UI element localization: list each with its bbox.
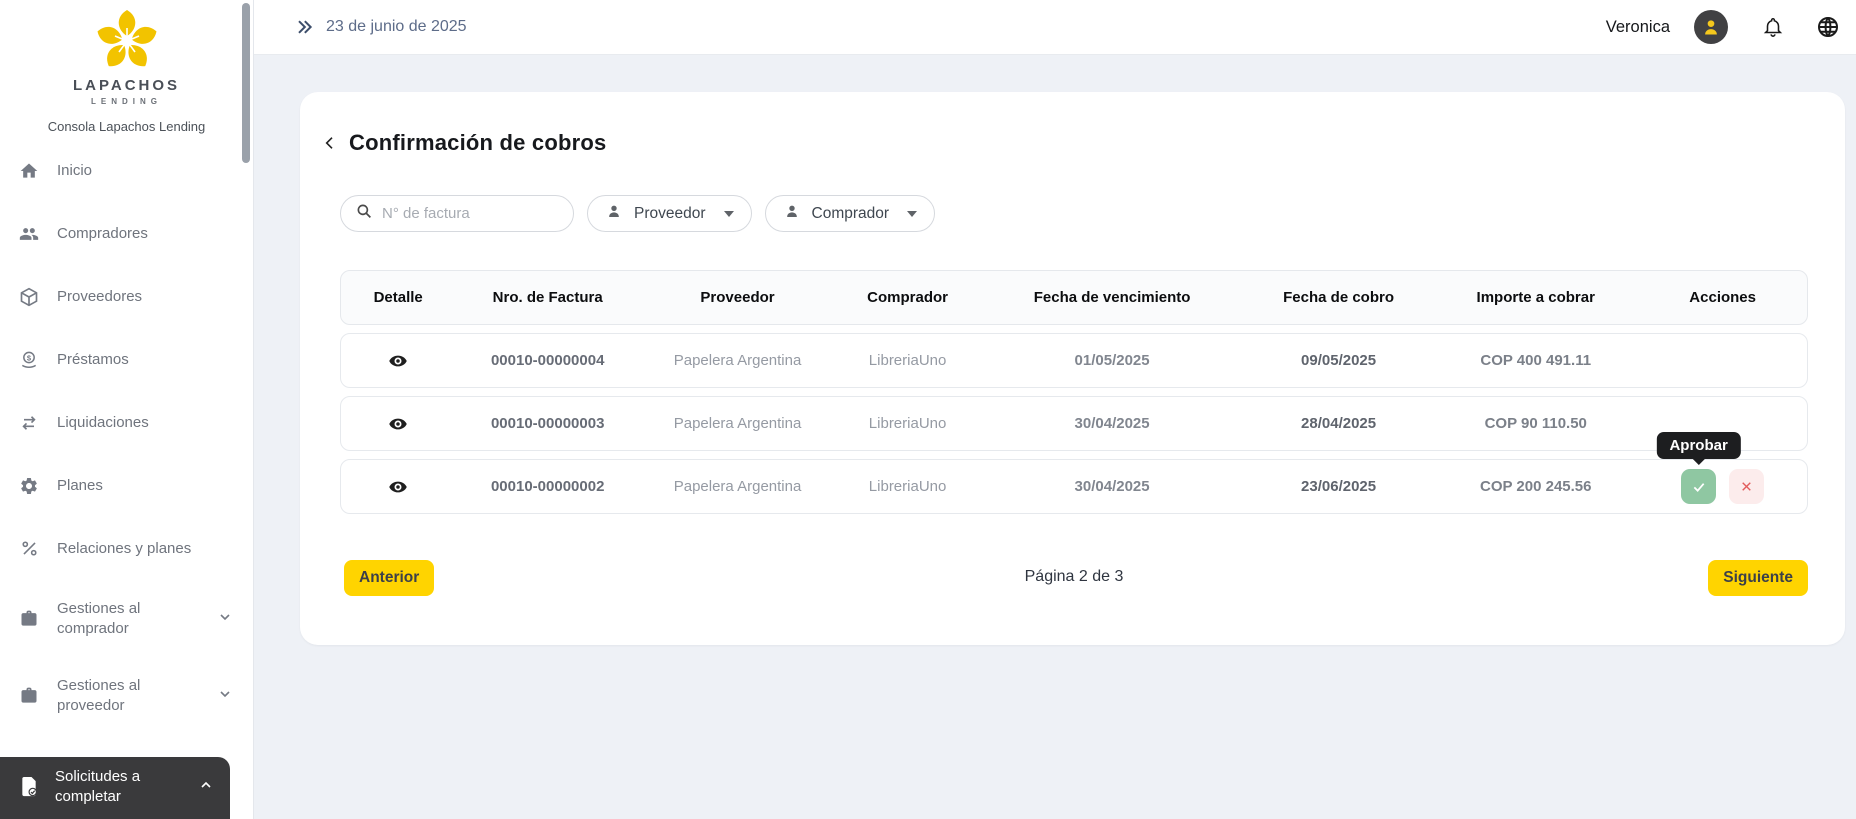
fecha-cobro-cell: 23/06/2025 [1301, 478, 1377, 495]
loan-coin-icon: $ [18, 350, 40, 370]
percent-icon [18, 539, 40, 558]
importe-cell: COP 400 491.11 [1480, 352, 1592, 369]
filter-bar: Proveedor Comprador [340, 195, 936, 232]
sidebar-item-planes[interactable]: Planes [18, 473, 243, 498]
back-chevron-icon[interactable] [322, 135, 338, 151]
approve-button[interactable]: Aprobar [1656, 432, 1741, 504]
cube-icon [18, 287, 40, 307]
user-name: Veronica [1605, 17, 1670, 36]
column-header-nro-factura: Nro. de Factura [492, 289, 603, 306]
fecha-cobro-cell: 28/04/2025 [1301, 415, 1377, 432]
chevron-up-icon [198, 777, 214, 797]
sidebar-item-proveedores[interactable]: Proveedores [18, 284, 243, 309]
column-header-importe: Importe a cobrar [1476, 289, 1595, 306]
content-card: Confirmación de cobros Proveedor [300, 92, 1845, 645]
sidebar-scrollbar-thumb[interactable] [242, 3, 250, 163]
chevron-down-icon [217, 609, 233, 629]
proveedor-cell: Papelera Argentina [673, 415, 802, 432]
comprador-cell: LibreriaUno [868, 478, 947, 495]
logo-tagline: LENDING [91, 97, 162, 106]
invoice-number: 00010-00000003 [490, 415, 605, 432]
table-header: Detalle Nro. de Factura Proveedor Compra… [340, 270, 1808, 325]
table-row: 00010-00000003 Papelera Argentina Librer… [340, 396, 1808, 451]
importe-cell: COP 200 245.56 [1480, 478, 1592, 495]
approve-tooltip: Aprobar [1656, 432, 1741, 459]
current-date: 23 de junio de 2025 [326, 18, 467, 35]
page-title: Confirmación de cobros [349, 130, 607, 155]
sidebar-nav: Inicio Compradores Proveedores $ Préstam… [0, 134, 253, 715]
invoice-number: 00010-00000004 [490, 352, 605, 369]
swap-arrows-icon [18, 413, 40, 433]
sidebar-item-prestamos[interactable]: $ Préstamos [18, 347, 243, 372]
home-icon [18, 161, 40, 181]
person-icon [783, 202, 801, 225]
next-page-button[interactable]: Siguiente [1708, 560, 1808, 596]
flower-logo-icon [97, 10, 156, 67]
close-icon [1742, 482, 1751, 491]
person-icon [605, 202, 623, 225]
sidebar-item-inicio[interactable]: Inicio [18, 158, 243, 183]
comprador-cell: LibreriaUno [868, 352, 947, 369]
column-header-comprador: Comprador [867, 289, 948, 306]
column-header-proveedor: Proveedor [700, 289, 775, 306]
column-header-detalle: Detalle [373, 289, 423, 306]
view-detail-eye-icon[interactable] [386, 475, 410, 499]
fecha-vencimiento-cell: 30/04/2025 [1074, 415, 1150, 432]
table-row: 00010-00000004 Papelera Argentina Librer… [340, 333, 1808, 388]
proveedor-cell: Papelera Argentina [673, 352, 802, 369]
gear-icon [18, 476, 40, 496]
check-icon [1693, 482, 1704, 492]
invoice-number: 00010-00000002 [490, 478, 605, 495]
fecha-vencimiento-cell: 30/04/2025 [1074, 478, 1150, 495]
sidebar-item-compradores[interactable]: Compradores [18, 221, 243, 246]
fecha-cobro-cell: 09/05/2025 [1301, 352, 1377, 369]
top-bar: 23 de junio de 2025 Veronica [254, 0, 1856, 55]
briefcase-icon [18, 609, 40, 629]
logo-wordmark: LAPACHOS [72, 77, 181, 94]
language-globe-icon[interactable] [1816, 15, 1840, 39]
view-detail-eye-icon[interactable] [386, 412, 410, 436]
sidebar-item-solicitudes-a-completar[interactable]: Solicitudes a completar [0, 756, 230, 819]
sidebar-item-liquidaciones[interactable]: Liquidaciones [18, 410, 243, 435]
fecha-vencimiento-cell: 01/05/2025 [1074, 352, 1150, 369]
chevron-down-icon [217, 686, 233, 706]
column-header-fecha-cobro: Fecha de cobro [1283, 289, 1394, 306]
console-label: Consola Lapachos Lending [47, 119, 206, 134]
user-avatar[interactable] [1694, 10, 1728, 44]
proveedor-filter-dropdown[interactable]: Proveedor [587, 195, 752, 232]
app-window: LAPACHOS LENDING Consola Lapachos Lendin… [0, 0, 1856, 819]
collapse-sidebar-icon[interactable] [294, 17, 314, 37]
sidebar-item-gestiones-al-proveedor[interactable]: Gestiones al proveedor [18, 676, 243, 715]
caret-down-icon [723, 210, 734, 217]
sidebar: LAPACHOS LENDING Consola Lapachos Lendin… [0, 0, 254, 819]
document-check-icon [18, 776, 40, 798]
people-icon [18, 224, 40, 244]
actions-cell: Aprobar [1638, 432, 1807, 504]
svg-text:$: $ [27, 353, 32, 362]
notifications-bell-icon[interactable] [1762, 16, 1784, 38]
search-icon [355, 202, 373, 225]
pagination: Anterior Página 2 de 3 Siguiente [340, 560, 1808, 600]
invoice-search-field[interactable] [340, 195, 574, 232]
page-status: Página 2 de 3 [1024, 568, 1124, 585]
title-row: Confirmación de cobros [322, 130, 606, 156]
sidebar-item-relaciones-y-planes[interactable]: Relaciones y planes [18, 536, 243, 561]
column-header-acciones: Acciones [1689, 289, 1756, 306]
previous-page-button[interactable]: Anterior [344, 560, 435, 596]
column-header-fecha-vencimiento: Fecha de vencimiento [1033, 289, 1191, 306]
view-detail-eye-icon[interactable] [386, 349, 410, 373]
briefcase-icon [18, 686, 40, 706]
search-input[interactable] [382, 205, 559, 222]
sidebar-item-gestiones-al-comprador[interactable]: Gestiones al comprador [18, 599, 243, 638]
comprador-filter-dropdown[interactable]: Comprador [764, 195, 936, 232]
brand-logo: LAPACHOS LENDING [0, 0, 253, 106]
comprador-cell: LibreriaUno [868, 415, 947, 432]
table-row: 00010-00000002 Papelera Argentina Librer… [340, 432, 1808, 514]
reject-button[interactable] [1729, 469, 1765, 504]
caret-down-icon [907, 210, 918, 217]
proveedor-cell: Papelera Argentina [673, 478, 802, 495]
importe-cell: COP 90 110.50 [1484, 415, 1587, 432]
top-bar-right: Veronica [1606, 10, 1842, 44]
